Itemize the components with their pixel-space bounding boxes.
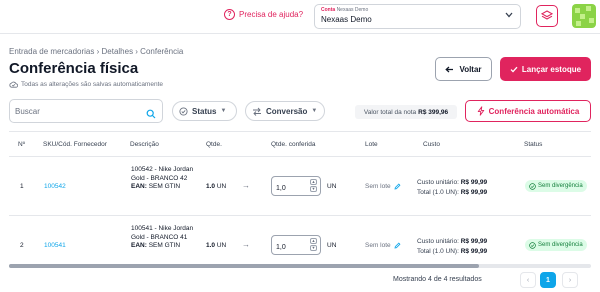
col-sku: SKU/Cód. Fornecedor: [43, 141, 107, 148]
description-cell: 100542 - Nike Jordan Gold - BRANCO 42 EA…: [131, 166, 195, 192]
ean-line: EAN: SEM GTIN: [131, 183, 181, 190]
auto-check-label: Conferência automática: [488, 106, 580, 116]
top-bar: ? Precisa de ajuda? Conta Nexaas Demo Ne…: [0, 0, 600, 34]
lot-edit[interactable]: Sem lote: [365, 183, 401, 190]
arrow-left-icon: [445, 66, 454, 72]
conversion-icon: [253, 107, 261, 116]
invoice-total-value: R$ 399,96: [418, 108, 449, 116]
launch-label: Lançar estoque: [521, 64, 582, 74]
lot-edit[interactable]: Sem lote: [365, 242, 401, 249]
layers-icon: [541, 10, 553, 20]
table-row: 2 100541 100541 - Nike Jordan Gold - BRA…: [9, 217, 591, 263]
page-1-button[interactable]: 1: [540, 272, 556, 288]
quantity-stepper: ▲▼: [271, 176, 321, 198]
checked-quantity-input[interactable]: [276, 238, 310, 257]
horizontal-scrollbar[interactable]: [9, 264, 591, 268]
col-lot: Lote: [365, 141, 378, 148]
description-text: 100542 - Nike Jordan Gold - BRANCO 42: [131, 166, 194, 182]
status-filter[interactable]: Status ▼: [172, 101, 237, 121]
table-row: 1 100542 100542 - Nike Jordan Gold - BRA…: [9, 158, 591, 216]
checked-quantity-input[interactable]: [276, 179, 310, 198]
col-cost: Custo: [423, 141, 440, 148]
prev-page-button[interactable]: ‹: [520, 272, 536, 288]
back-button[interactable]: Voltar: [435, 57, 492, 81]
account-value: Nexaas Demo: [321, 15, 372, 24]
col-number: Nº: [18, 141, 26, 148]
page-title: Conferência física: [9, 60, 139, 77]
arrow-right-icon: →: [242, 240, 250, 249]
pencil-icon: [394, 242, 401, 249]
autosave-label: Todas as alterações são salvas automatic…: [21, 81, 163, 88]
stepper-down-icon[interactable]: ▼: [310, 245, 317, 251]
launch-stock-button[interactable]: Lançar estoque: [500, 57, 591, 81]
items-table: Nº SKU/Cód. Fornecedor Descrição Qtde. Q…: [9, 131, 591, 263]
check-icon: [510, 66, 518, 73]
col-status: Status: [524, 141, 543, 148]
sku-link[interactable]: 100542: [44, 183, 66, 190]
layers-button[interactable]: [536, 5, 558, 27]
sku-link[interactable]: 100541: [44, 242, 66, 249]
pencil-icon: [394, 183, 401, 190]
auto-check-button[interactable]: Conferência automática: [465, 100, 591, 122]
lot-label: Sem lote: [365, 242, 391, 249]
back-label: Voltar: [459, 64, 482, 74]
checked-unit: UN: [327, 242, 337, 249]
invoice-total: Valor total da nota R$ 399,96: [355, 105, 457, 119]
invoice-total-label: Valor total da nota: [363, 108, 417, 116]
search-input[interactable]: [15, 100, 145, 122]
stepper-down-icon[interactable]: ▼: [310, 186, 317, 192]
cloud-check-icon: [9, 81, 18, 88]
description-text: 100541 - Nike Jordan Gold - BRANCO 41: [131, 225, 194, 241]
next-page-button[interactable]: ›: [562, 272, 578, 288]
check-circle-icon: [529, 182, 536, 190]
check-circle-icon: [529, 241, 536, 249]
cost-cell: Custo unitário: R$ 99,99 Total (1.0 UN):…: [417, 238, 488, 255]
col-description: Descrição: [130, 141, 159, 148]
results-count: Mostrando 4 de 4 resultados: [393, 276, 482, 283]
chevron-down-icon: ▼: [311, 108, 318, 114]
cost-cell: Custo unitário: R$ 99,99 Total (1.0 UN):…: [417, 179, 488, 196]
description-cell: 100541 - Nike Jordan Gold - BRANCO 41 EA…: [131, 225, 195, 251]
conversion-filter[interactable]: Conversão ▼: [245, 101, 325, 121]
quantity-stepper: ▲▼: [271, 235, 321, 257]
status-filter-label: Status: [192, 106, 217, 116]
conversion-filter-label: Conversão: [266, 106, 308, 116]
lightning-icon: [477, 106, 484, 116]
search-icon[interactable]: [146, 106, 156, 124]
quantity-cell: 1.0 UN: [206, 183, 227, 190]
status-circle-icon: [179, 106, 188, 116]
chevron-down-icon: ▼: [220, 108, 227, 114]
avatar[interactable]: [572, 4, 596, 28]
help-label: Precisa de ajuda?: [239, 10, 304, 19]
question-icon: ?: [224, 9, 235, 20]
breadcrumb: Entrada de mercadorias › Detalhes › Conf…: [9, 47, 184, 56]
stepper-up-icon[interactable]: ▲: [310, 238, 317, 244]
row-number: 1: [20, 183, 24, 190]
arrow-right-icon: →: [242, 181, 250, 190]
ean-line: EAN: SEM GTIN: [131, 242, 181, 249]
quantity-cell: 1.0 UN: [206, 242, 227, 249]
help-link[interactable]: ? Precisa de ajuda?: [224, 9, 303, 20]
status-badge: Sem divergência: [525, 239, 587, 251]
checked-unit: UN: [327, 183, 337, 190]
col-quantity: Qtde.: [206, 141, 222, 148]
account-label: Conta Nexaas Demo: [321, 7, 369, 13]
autosave-note: Todas as alterações são salvas automatic…: [9, 81, 163, 88]
scrollbar-thumb[interactable]: [9, 264, 479, 268]
status-badge: Sem divergência: [525, 180, 587, 192]
table-header: Nº SKU/Cód. Fornecedor Descrição Qtde. Q…: [9, 131, 591, 157]
chevron-down-icon: [505, 11, 513, 20]
col-checked-quantity: Qtde. conferida: [271, 141, 316, 148]
search-box: [9, 99, 163, 123]
stepper-up-icon[interactable]: ▲: [310, 179, 317, 185]
account-select[interactable]: Conta Nexaas Demo Nexaas Demo: [314, 4, 521, 29]
row-number: 2: [20, 242, 24, 249]
lot-label: Sem lote: [365, 183, 391, 190]
